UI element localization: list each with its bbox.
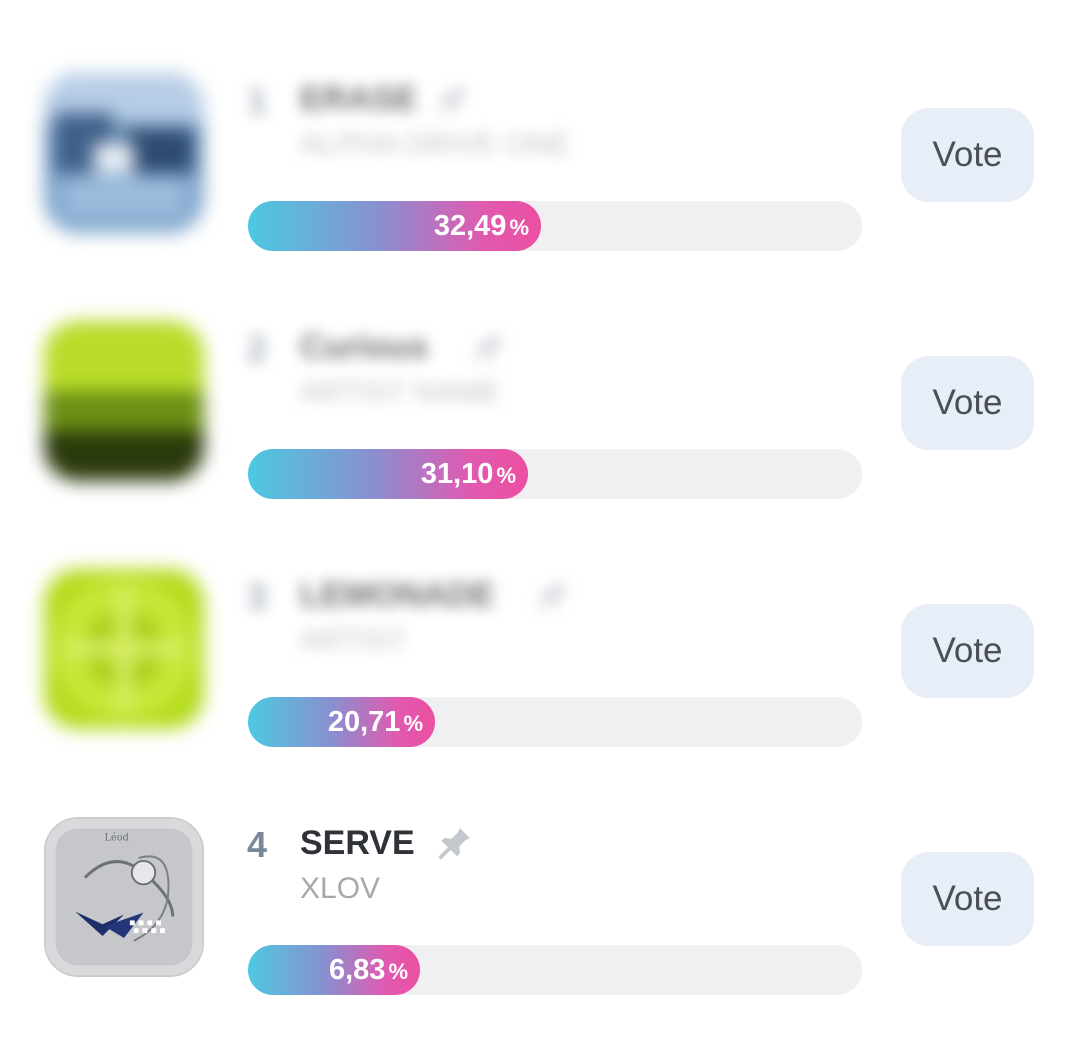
vote-percentage: 31,10% (421, 449, 516, 499)
album-cover-image (44, 569, 204, 729)
song-title: ERASE (300, 80, 418, 118)
vote-share-fill: 20,71% (248, 697, 435, 747)
poll-ranking-list: 1 ERASE ALPHA DRIVE ONE 32,49% Vote 2 Cu… (0, 0, 1080, 1044)
vote-percentage: 20,71% (328, 697, 423, 747)
svg-text:Léod: Léod (105, 832, 129, 843)
poll-entry: Léod 4 SERVE XLOV 6,83% Vote (0, 744, 1080, 995)
pin-icon[interactable] (432, 80, 472, 120)
pin-icon[interactable] (468, 328, 508, 368)
poll-entry: 3 LEMONADE ARTIST 20,71% Vote (0, 496, 1080, 747)
vote-share-bar: 31,10% (248, 449, 862, 499)
song-title: LEMONADE (300, 576, 495, 614)
vote-percentage: 32,49% (434, 201, 529, 251)
percent-sign: % (496, 463, 516, 488)
vote-share-bar: 20,71% (248, 697, 862, 747)
rank-number: 3 (247, 576, 268, 617)
pin-icon[interactable] (434, 824, 474, 864)
song-title: Curious (300, 328, 429, 366)
vote-share-fill: 31,10% (248, 449, 528, 499)
artist-name: ARTIST NAME (300, 376, 501, 409)
percentage-value: 31,10 (420, 458, 494, 490)
poll-entry: 1 ERASE ALPHA DRIVE ONE 32,49% Vote (0, 0, 1080, 251)
vote-share-bar: 6,83% (248, 945, 862, 995)
rank-number: 2 (247, 328, 268, 369)
artist-name: ALPHA DRIVE ONE (300, 128, 571, 161)
rank-number: 1 (247, 80, 268, 121)
percentage-value: 6,83 (328, 954, 386, 986)
percentage-value: 20,71 (327, 706, 401, 738)
rank-number: 4 (247, 824, 268, 865)
vote-share-fill: 6,83% (248, 945, 420, 995)
vote-button[interactable]: Vote (901, 604, 1034, 698)
percent-sign: % (509, 215, 529, 240)
song-title: SERVE (300, 824, 415, 862)
vote-share-fill: 32,49% (248, 201, 541, 251)
vote-share-bar: 32,49% (248, 201, 862, 251)
vote-button[interactable]: Vote (901, 852, 1034, 946)
album-cover-image (44, 321, 204, 481)
vote-button[interactable]: Vote (901, 356, 1034, 450)
percent-sign: % (403, 711, 423, 736)
album-cover-image (44, 73, 204, 233)
vote-percentage: 6,83% (329, 945, 408, 995)
vote-button[interactable]: Vote (901, 108, 1034, 202)
percentage-value: 32,49 (433, 210, 507, 242)
poll-entry: 2 Curious ARTIST NAME 31,10% Vote (0, 248, 1080, 499)
artist-name: ARTIST (300, 624, 407, 657)
album-cover-image: Léod (44, 817, 204, 977)
artist-name: XLOV (300, 872, 381, 905)
percent-sign: % (388, 959, 408, 984)
pin-icon[interactable] (532, 576, 572, 616)
